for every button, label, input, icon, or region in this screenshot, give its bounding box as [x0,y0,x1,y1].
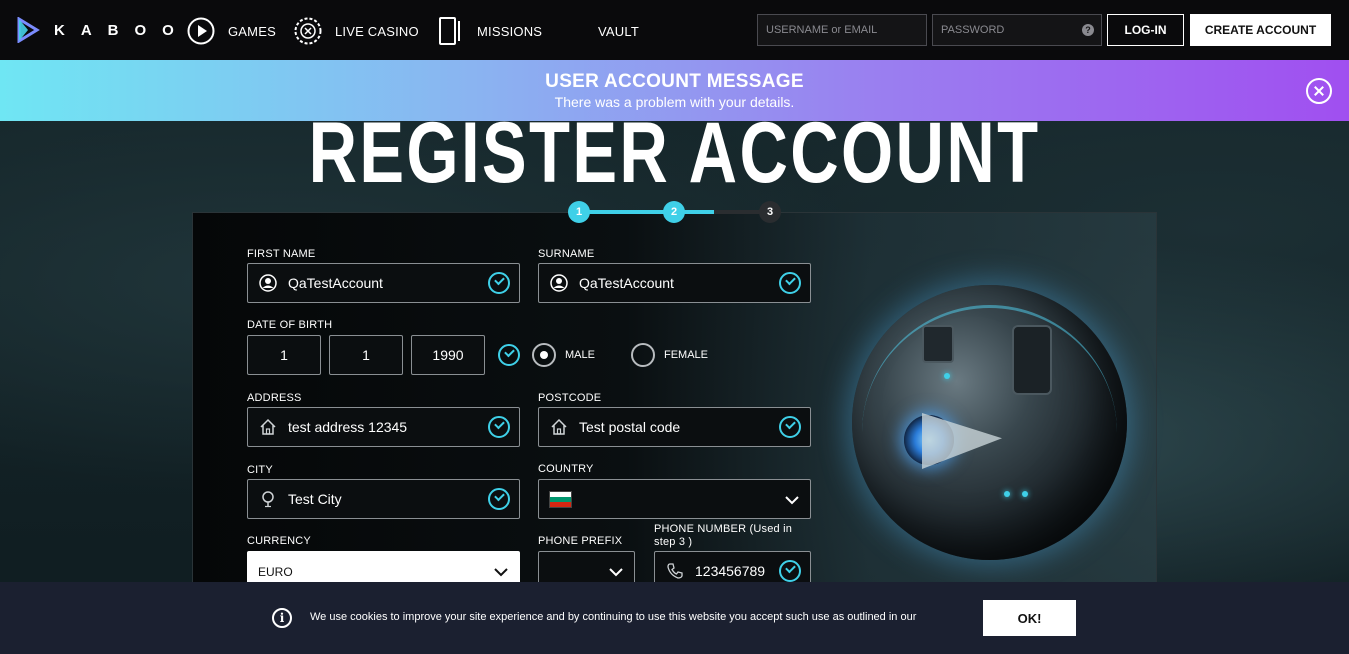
country-label: COUNTRY [538,463,594,475]
dob-check-icon [498,344,520,366]
check-icon [779,560,801,582]
postcode-label: POSTCODE [538,392,602,404]
dob-month-input[interactable]: 1 [329,335,403,375]
location-pin-icon [258,489,278,509]
phone-number-label: PHONE NUMBER (Used in [654,523,793,535]
city-label: CITY [247,464,273,476]
kaboo-logo-icon [17,17,40,43]
banner-close-icon[interactable] [1306,78,1332,104]
phone-number-value: 123456789 [695,563,766,579]
nav-missions[interactable]: MISSIONS [436,16,542,46]
play-circle-icon [187,17,215,45]
dob-day-input[interactable]: 1 [247,335,321,375]
currency-label: CURRENCY [247,535,311,547]
user-icon [549,273,569,293]
nav-live-casino[interactable]: LIVE CASINO [294,16,419,46]
phone-icon [665,561,685,581]
nav-games[interactable]: GAMES [187,16,276,46]
nav-vault[interactable]: VAULT [598,16,639,46]
top-navigation: KABOO GAMES LIVE CASINO MISSIONS VAULT ?… [0,0,1349,60]
nav-live-casino-label: LIVE CASINO [335,23,419,39]
step-2: 2 [663,201,685,223]
chevron-down-icon [609,568,623,577]
home-icon [549,417,569,437]
check-icon [488,488,510,510]
phone-prefix-label: PHONE PREFIX [538,535,623,547]
phone-card-icon [436,17,464,45]
casino-chip-icon [294,17,322,45]
username-input[interactable] [757,14,927,46]
first-name-label: FIRST NAME [247,248,316,260]
registration-stepper: 1 2 3 [568,201,783,223]
info-icon: i [272,608,292,628]
nav-missions-label: MISSIONS [477,23,543,39]
city-field[interactable]: Test City [247,479,520,519]
login-button[interactable]: LOG-IN [1107,14,1184,46]
cookie-text: We use cookies to improve your site expe… [310,611,917,623]
first-name-value: QaTestAccount [288,275,383,291]
currency-value: EURO [258,565,293,579]
city-value: Test City [288,491,342,507]
bulgaria-flag-icon [549,491,572,508]
check-icon [779,416,801,438]
home-icon [258,417,278,437]
chevron-down-icon [494,568,508,577]
surname-field[interactable]: QaTestAccount [538,263,811,303]
gender-female-label: FEMALE [664,349,709,361]
logo-text: KABOO [54,21,190,39]
gender-male-label: MALE [565,349,595,361]
step-3: 3 [759,201,781,223]
nav-games-label: GAMES [228,23,276,39]
gender-female-radio[interactable] [631,343,655,367]
check-icon [779,272,801,294]
step-1: 1 [568,201,590,223]
address-label: ADDRESS [247,392,302,404]
address-value: test address 12345 [288,419,408,435]
check-icon [488,416,510,438]
country-select[interactable] [538,479,811,519]
user-icon [258,273,278,293]
robot-sphere-image [852,285,1127,560]
dob-year-input[interactable]: 1990 [411,335,485,375]
surname-value: QaTestAccount [579,275,674,291]
surname-label: SURNAME [538,248,595,260]
password-input[interactable] [932,14,1102,46]
cookie-ok-button[interactable]: OK! [983,600,1076,636]
first-name-field[interactable]: QaTestAccount [247,263,520,303]
banner-title: USER ACCOUNT MESSAGE [545,71,804,92]
address-field[interactable]: test address 12345 [247,407,520,447]
password-help-icon[interactable]: ? [1082,24,1094,36]
dob-label: DATE OF BIRTH [247,319,333,331]
postcode-field[interactable]: Test postal code [538,407,811,447]
postcode-value: Test postal code [579,419,681,435]
phone-number-label-note: step 3 ) [654,536,693,548]
nav-vault-label: VAULT [598,23,639,39]
kaboo-logo[interactable]: KABOO [16,17,190,43]
check-icon [488,272,510,294]
user-account-message-banner: USER ACCOUNT MESSAGE There was a problem… [0,60,1349,121]
banner-text: There was a problem with your details. [554,94,795,110]
chevron-down-icon [785,496,799,505]
create-account-button[interactable]: CREATE ACCOUNT [1190,14,1331,46]
gender-male-radio[interactable] [532,343,556,367]
